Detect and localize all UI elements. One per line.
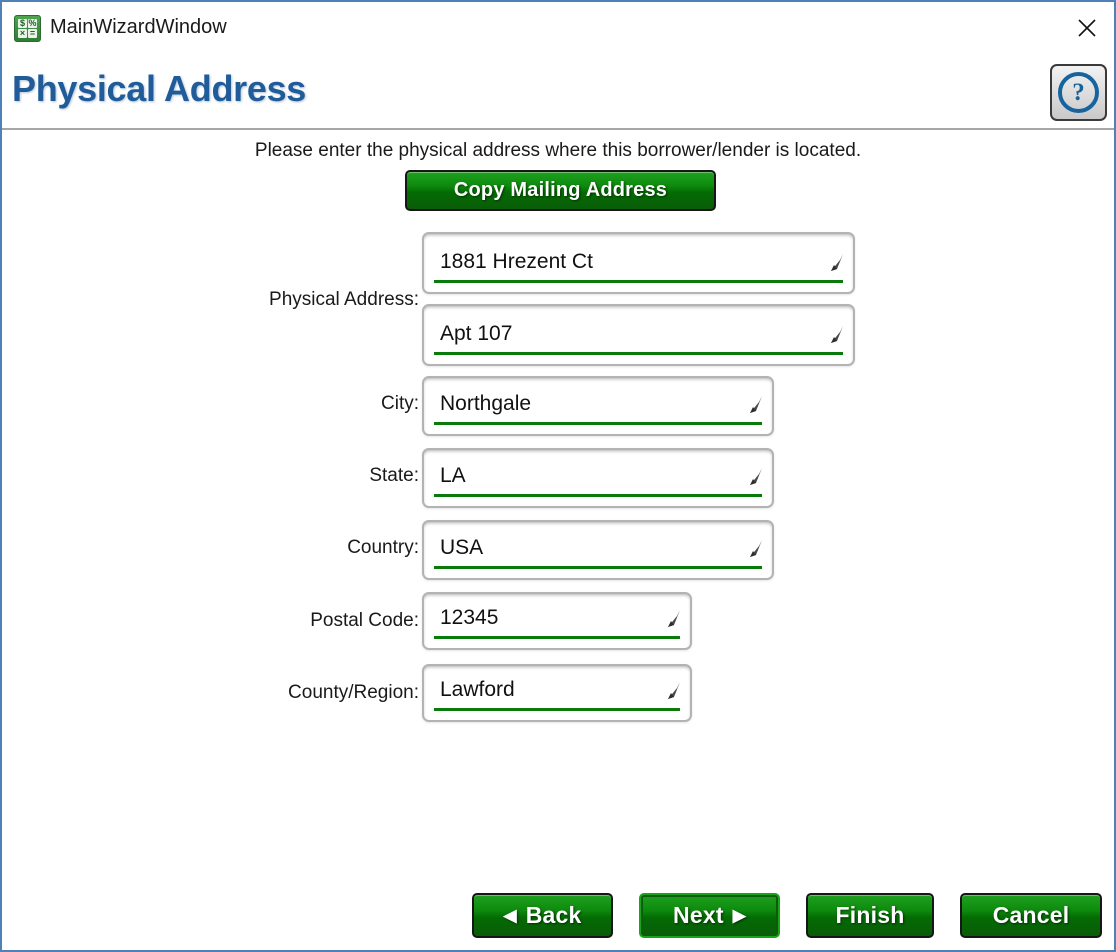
resize-grip-icon (729, 468, 763, 496)
icon-glyph-dollar: $ (18, 18, 27, 28)
input-county-region[interactable]: Lawford (422, 664, 692, 722)
value-state: LA (440, 464, 466, 487)
value-physical-address-line-1: 1881 Hrezent Ct (440, 250, 593, 273)
triangle-left-icon: ◀ (503, 906, 517, 925)
triangle-right-icon: ▶ (732, 906, 746, 925)
instruction-text: Please enter the physical address where … (254, 140, 862, 161)
finish-button[interactable]: Finish (806, 893, 934, 938)
value-city: Northgale (440, 392, 532, 415)
close-icon (1078, 19, 1096, 37)
value-physical-address-line-2: Apt 107 (440, 322, 513, 345)
page-title: Physical Address (12, 68, 307, 109)
value-country: USA (440, 536, 484, 559)
window-title: MainWizardWindow (50, 16, 227, 38)
label-county-region: County/Region: (288, 682, 419, 703)
input-postal-code[interactable]: 12345 (422, 592, 692, 650)
underline-state (434, 494, 762, 497)
resize-grip-icon (647, 610, 681, 638)
help-icon: ? (1058, 72, 1099, 113)
label-postal-code: Postal Code: (310, 610, 419, 631)
header-divider (2, 128, 1114, 130)
underline-country (434, 566, 762, 569)
resize-grip-icon (729, 540, 763, 568)
resize-grip-icon (647, 682, 681, 710)
next-button[interactable]: Next ▶ (639, 893, 780, 938)
value-county-region: Lawford (440, 678, 515, 701)
resize-grip-icon (729, 396, 763, 424)
title-bar: $ % × = MainWizardWindow (2, 2, 1114, 54)
input-physical-address-line-1[interactable]: 1881 Hrezent Ct (422, 232, 855, 294)
help-button[interactable]: ? (1050, 64, 1107, 121)
underline-city (434, 422, 762, 425)
cancel-button-label: Cancel (992, 902, 1070, 928)
copy-mailing-address-label: Copy Mailing Address (453, 179, 668, 201)
icon-glyph-equals: = (28, 28, 37, 38)
close-button[interactable] (1064, 6, 1110, 50)
back-button[interactable]: ◀ Back (472, 893, 613, 938)
copy-mailing-address-button[interactable]: Copy Mailing Address (405, 170, 716, 211)
back-button-label: Back (525, 902, 582, 928)
label-city: City: (381, 393, 419, 414)
input-country[interactable]: USA (422, 520, 774, 580)
label-country: Country: (347, 537, 419, 558)
resize-grip-icon (810, 254, 844, 282)
underline-county-region (434, 708, 680, 711)
underline-physical-address-line-2 (434, 352, 843, 355)
wizard-window: $ % × = MainWizardWindow Physical Addres… (0, 0, 1116, 952)
icon-glyph-percent: % (28, 18, 37, 28)
label-state: State: (369, 465, 419, 486)
value-postal-code: 12345 (440, 606, 499, 629)
input-physical-address-line-2[interactable]: Apt 107 (422, 304, 855, 366)
label-physical-address-line-2: Physical Address: (269, 289, 419, 310)
icon-glyph-times: × (18, 28, 27, 38)
input-city[interactable]: Northgale (422, 376, 774, 436)
resize-grip-icon (810, 326, 844, 354)
underline-postal-code (434, 636, 680, 639)
input-state[interactable]: LA (422, 448, 774, 508)
cancel-button[interactable]: Cancel (960, 893, 1102, 938)
underline-physical-address-line-1 (434, 280, 843, 283)
next-button-label: Next (673, 902, 724, 928)
finish-button-label: Finish (835, 902, 905, 928)
calculator-icon: $ % × = (14, 15, 41, 42)
